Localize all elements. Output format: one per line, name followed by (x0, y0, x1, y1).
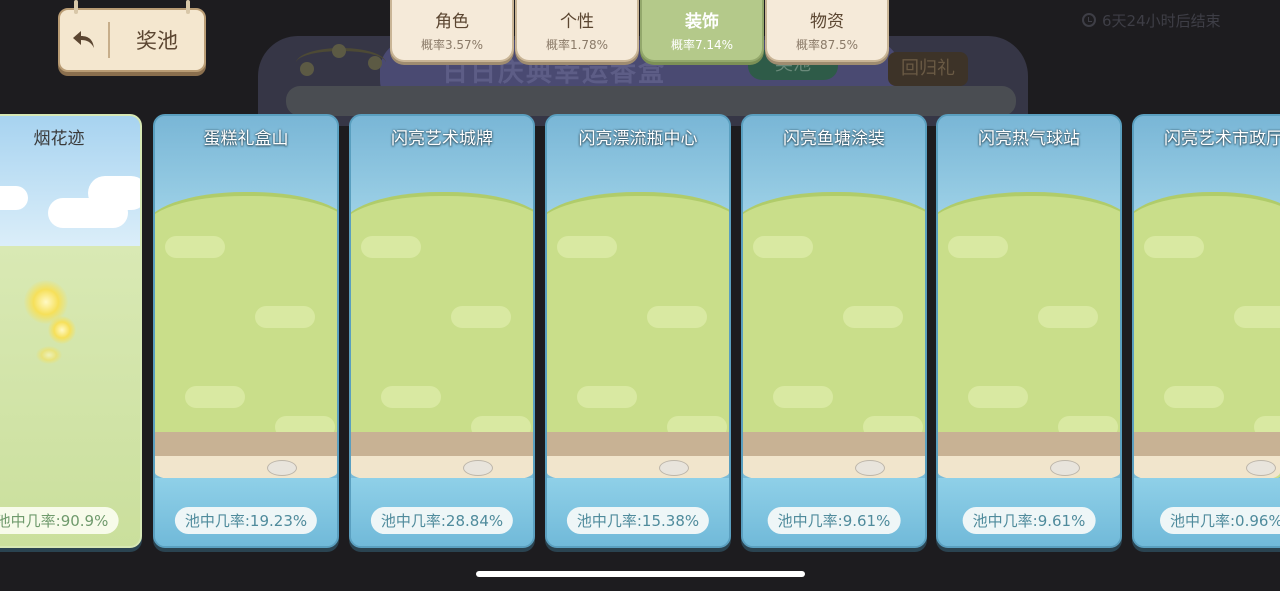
card-rate: 池中几率:28.84% (370, 507, 514, 534)
background-decoration-dot (332, 44, 346, 58)
card-rate: 池中几率:90.9% (0, 507, 119, 534)
firework-icon (48, 316, 76, 344)
rock-decoration (855, 460, 885, 476)
firework-icon (36, 346, 62, 364)
prize-card[interactable]: 闪亮热气球站 池中几率:9.61% (936, 114, 1122, 548)
tab-supplies[interactable]: 物资 概率87.5% (765, 0, 889, 62)
rock-decoration (1050, 460, 1080, 476)
home-indicator[interactable] (476, 571, 805, 577)
prize-card[interactable]: 闪亮鱼塘涂装 池中几率:9.61% (741, 114, 927, 548)
rock-decoration (463, 460, 493, 476)
tab-personality[interactable]: 个性 概率1.78% (515, 0, 639, 62)
clock-icon (1082, 13, 1096, 27)
tab-rate: 概率87.5% (795, 38, 859, 52)
background-bar (286, 86, 1016, 116)
card-title: 闪亮热气球站 (978, 129, 1080, 149)
card-title: 闪亮鱼塘涂装 (783, 129, 885, 149)
tab-character[interactable]: 角色 概率3.57% (390, 0, 514, 62)
tab-rate: 概率3.57% (420, 38, 484, 52)
tab-rate: 概率1.78% (545, 38, 609, 52)
category-tabs: 角色 概率3.57% 个性 概率1.78% 装饰 概率7.14% 物资 概率87… (390, 0, 890, 62)
card-field (0, 246, 140, 546)
background-decoration-dot (368, 56, 382, 70)
hanger-decoration (186, 0, 190, 14)
card-rate: 池中几率:15.38% (566, 507, 710, 534)
prize-card[interactable]: 闪亮艺术城牌 池中几率:28.84% (349, 114, 535, 548)
tab-rate: 概率7.14% (670, 38, 734, 52)
rock-decoration (267, 460, 297, 476)
card-title: 蛋糕礼盒山 (203, 129, 289, 149)
rock-decoration (1246, 460, 1276, 476)
cloud-decoration (0, 186, 28, 210)
prize-card[interactable]: 烟花迹 池中几率:90.9% (0, 114, 142, 548)
card-rate: 池中几率:19.23% (174, 507, 318, 534)
card-title: 闪亮艺术市政厅 (1164, 129, 1280, 149)
background-return-label: 回归礼 (888, 52, 968, 86)
hanger-decoration (74, 0, 78, 14)
tab-label: 个性 (560, 12, 594, 32)
cloud-decoration (48, 198, 128, 228)
card-title: 烟花迹 (33, 129, 85, 149)
prize-card[interactable]: 闪亮艺术市政厅 池中几率:0.96% (1132, 114, 1280, 548)
rock-decoration (659, 460, 689, 476)
tab-decoration[interactable]: 装饰 概率7.14% (640, 0, 764, 62)
prize-card[interactable]: 闪亮漂流瓶中心 池中几率:15.38% (545, 114, 731, 548)
card-rate: 池中几率:9.61% (767, 507, 901, 534)
prize-card-list[interactable]: 烟花迹 池中几率:90.9% 蛋糕礼盒山 池中几率:19.23% 闪亮艺术城牌 … (0, 114, 1280, 550)
card-title: 闪亮漂流瓶中心 (578, 129, 698, 149)
card-rate: 池中几率:9.61% (962, 507, 1096, 534)
countdown-timer: 6天24小时后结束 (1082, 10, 1221, 30)
card-title: 闪亮艺术城牌 (391, 129, 493, 149)
card-rate: 池中几率:0.96% (1160, 507, 1280, 534)
tab-label: 装饰 (685, 12, 719, 32)
background-decoration-dot (300, 62, 314, 76)
tab-label: 物资 (810, 12, 844, 32)
prize-card[interactable]: 蛋糕礼盒山 池中几率:19.23% (153, 114, 339, 548)
page-title: 奖池 (136, 29, 178, 53)
tab-label: 角色 (435, 12, 469, 32)
back-button[interactable]: 奖池 (58, 0, 206, 72)
back-arrow-icon[interactable] (60, 10, 108, 70)
countdown-text: 6天24小时后结束 (1102, 11, 1221, 30)
